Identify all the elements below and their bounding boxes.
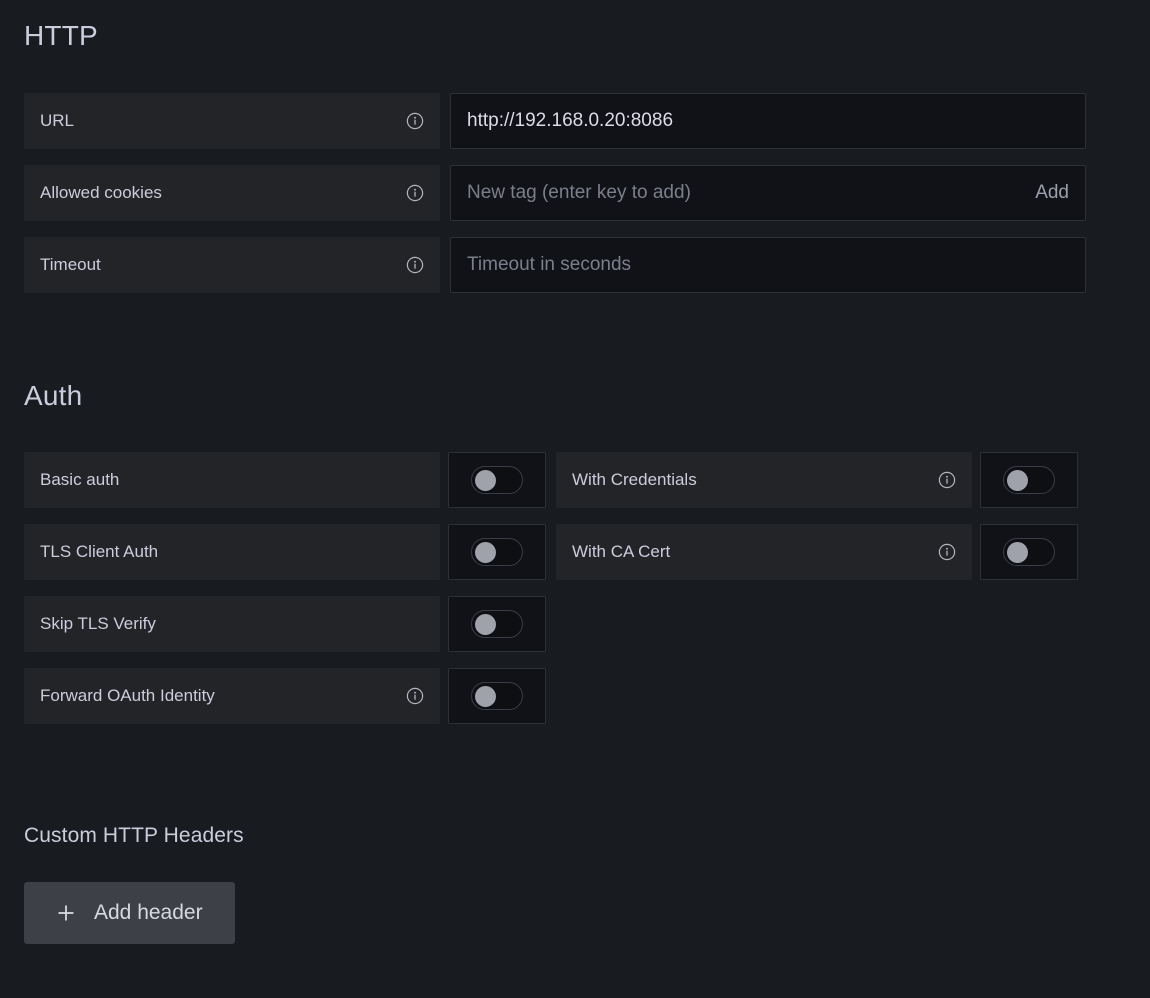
tls-client-auth-label-box: TLS Client Auth xyxy=(24,524,440,580)
allowed-cookies-label: Allowed cookies xyxy=(40,183,162,202)
forward-oauth-identity-label: Forward OAuth Identity xyxy=(40,686,215,705)
toggle-knob xyxy=(475,542,496,563)
toggle-knob xyxy=(475,686,496,707)
with-ca-cert-toggle[interactable] xyxy=(1003,538,1055,566)
field-row-timeout: Timeout Timeout in seconds xyxy=(24,237,1086,293)
info-circle-icon[interactable] xyxy=(406,256,424,274)
toggle-knob xyxy=(1007,542,1028,563)
field-row-skip-tls-verify: Skip TLS Verify xyxy=(24,596,546,652)
http-section-heading: HTTP xyxy=(24,20,98,51)
basic-auth-label-box: Basic auth xyxy=(24,452,440,508)
plus-icon xyxy=(56,903,76,923)
timeout-input[interactable]: Timeout in seconds xyxy=(450,237,1086,293)
field-row-tls-client-auth: TLS Client Auth xyxy=(24,524,546,580)
add-cookie-button[interactable]: Add xyxy=(1023,182,1069,204)
tls-client-auth-label: TLS Client Auth xyxy=(40,542,159,561)
url-label-box: URL xyxy=(24,93,440,149)
timeout-label-box: Timeout xyxy=(24,237,440,293)
info-circle-icon[interactable] xyxy=(406,184,424,202)
info-circle-icon[interactable] xyxy=(406,112,424,130)
with-credentials-label: With Credentials xyxy=(572,470,697,489)
with-credentials-toggle-cell[interactable] xyxy=(980,452,1078,508)
allowed-cookies-tag-input[interactable]: New tag (enter key to add) Add xyxy=(450,165,1086,221)
auth-section-heading: Auth xyxy=(24,380,83,411)
with-ca-cert-label: With CA Cert xyxy=(572,542,671,561)
with-ca-cert-label-box: With CA Cert xyxy=(556,524,972,580)
skip-tls-verify-toggle-cell[interactable] xyxy=(448,596,546,652)
forward-oauth-identity-label-box: Forward OAuth Identity xyxy=(24,668,440,724)
tls-client-auth-toggle-cell[interactable] xyxy=(448,524,546,580)
toggle-knob xyxy=(475,470,496,491)
basic-auth-toggle[interactable] xyxy=(471,466,523,494)
field-row-with-credentials: With Credentials xyxy=(556,452,1078,508)
tls-client-auth-toggle[interactable] xyxy=(471,538,523,566)
info-circle-icon[interactable] xyxy=(938,543,956,561)
datasource-settings-page: HTTP URL http://192.168.0.20:8086 Allowe… xyxy=(0,0,1150,998)
info-circle-icon[interactable] xyxy=(406,687,424,705)
timeout-placeholder: Timeout in seconds xyxy=(467,254,632,275)
field-row-forward-oauth-identity: Forward OAuth Identity xyxy=(24,668,546,724)
skip-tls-verify-toggle[interactable] xyxy=(471,610,523,638)
timeout-label: Timeout xyxy=(40,255,101,274)
field-row-allowed-cookies: Allowed cookies New tag (enter key to ad… xyxy=(24,165,1086,221)
url-label: URL xyxy=(40,111,75,130)
skip-tls-verify-label-box: Skip TLS Verify xyxy=(24,596,440,652)
with-credentials-toggle[interactable] xyxy=(1003,466,1055,494)
toggle-knob xyxy=(475,614,496,635)
with-credentials-label-box: With Credentials xyxy=(556,452,972,508)
toggle-knob xyxy=(1007,470,1028,491)
with-ca-cert-toggle-cell[interactable] xyxy=(980,524,1078,580)
field-row-with-ca-cert: With CA Cert xyxy=(556,524,1078,580)
skip-tls-verify-label: Skip TLS Verify xyxy=(40,614,156,633)
field-row-url: URL http://192.168.0.20:8086 xyxy=(24,93,1086,149)
add-header-button[interactable]: Add header xyxy=(24,882,235,944)
allowed-cookies-label-box: Allowed cookies xyxy=(24,165,440,221)
allowed-cookies-placeholder: New tag (enter key to add) xyxy=(467,182,691,203)
forward-oauth-identity-toggle[interactable] xyxy=(471,682,523,710)
add-header-button-label: Add header xyxy=(94,901,203,924)
basic-auth-toggle-cell[interactable] xyxy=(448,452,546,508)
field-row-basic-auth: Basic auth xyxy=(24,452,546,508)
custom-http-headers-heading: Custom HTTP Headers xyxy=(24,824,244,847)
forward-oauth-identity-toggle-cell[interactable] xyxy=(448,668,546,724)
url-input[interactable]: http://192.168.0.20:8086 xyxy=(450,93,1086,149)
url-input-value: http://192.168.0.20:8086 xyxy=(467,110,674,131)
info-circle-icon[interactable] xyxy=(938,471,956,489)
basic-auth-label: Basic auth xyxy=(40,470,120,489)
